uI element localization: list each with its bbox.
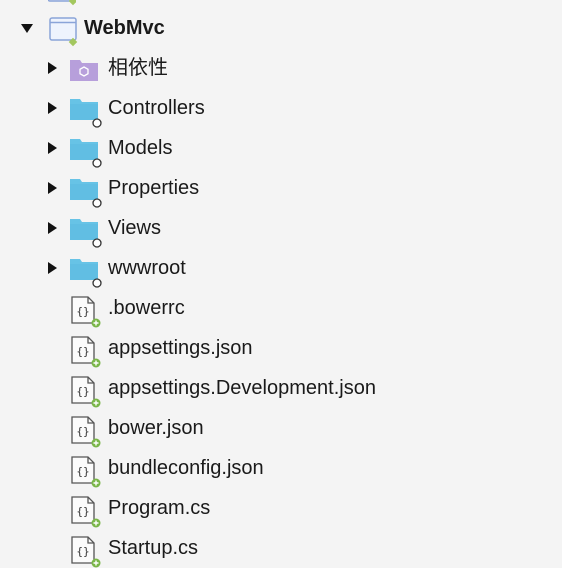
svg-text:{}: {}: [76, 345, 89, 358]
json-file-icon: {}: [68, 334, 102, 368]
svg-text:{}: {}: [76, 465, 89, 478]
tree-item[interactable]: 相依性: [0, 48, 562, 88]
project-icon: [46, 14, 80, 47]
folder-icon: [68, 174, 102, 208]
chevron-down-icon[interactable]: [20, 21, 34, 35]
svg-text:{}: {}: [76, 505, 89, 518]
tree-item-label: Startup.cs: [108, 537, 199, 559]
json-file-icon: {}: [68, 294, 102, 328]
tree-item[interactable]: {} bundleconfig.json: [0, 448, 562, 488]
tree-item-label: WebMvc: [84, 17, 165, 39]
json-file-icon: {}: [68, 454, 102, 488]
tree-item[interactable]: Properties: [0, 168, 562, 208]
tree-item[interactable]: WebMvc: [0, 8, 562, 48]
svg-text:{}: {}: [76, 305, 89, 318]
tree-item[interactable]: Views: [0, 208, 562, 248]
tree-item-label: Views: [108, 217, 161, 239]
json-file-icon: {}: [68, 494, 102, 528]
tree-item[interactable]: {} appsettings.Development.json: [0, 368, 562, 408]
chevron-right-icon[interactable]: [45, 221, 59, 235]
svg-text:{}: {}: [76, 545, 89, 558]
tree-item-label: bundleconfig.json: [108, 457, 264, 479]
tree-item-label: Controllers: [108, 97, 205, 119]
tree-item[interactable]: {} bower.json: [0, 408, 562, 448]
chevron-right-icon[interactable]: [45, 141, 59, 155]
tree-item-label: Models: [108, 137, 173, 159]
dependencies-folder-icon: [68, 54, 102, 84]
tree-item-label: .bowerrc: [108, 297, 185, 319]
tree-item[interactable]: Models: [0, 128, 562, 168]
tree-item[interactable]: {} .bowerrc: [0, 288, 562, 328]
tree-item[interactable]: {} appsettings.json: [0, 328, 562, 368]
chevron-right-icon[interactable]: [45, 101, 59, 115]
folder-icon: [68, 214, 102, 248]
cropped-item-icon: [47, 0, 78, 6]
folder-icon: [68, 134, 102, 168]
tree-item-label: wwwroot: [108, 257, 186, 279]
tree-item[interactable]: Controllers: [0, 88, 562, 128]
svg-text:{}: {}: [76, 385, 89, 398]
tree-item-label: bower.json: [108, 417, 204, 439]
tree-item-label: 相依性: [108, 57, 168, 79]
tree-item[interactable]: {} Program.cs: [0, 488, 562, 528]
chevron-right-icon[interactable]: [45, 261, 59, 275]
tree-item[interactable]: {} Startup.cs: [0, 528, 562, 568]
tree-item-label: appsettings.Development.json: [108, 377, 376, 399]
svg-text:{}: {}: [76, 425, 89, 438]
json-file-icon: {}: [68, 414, 102, 448]
solution-explorer-tree: WebMvc 相依性 Controllers Models Properties View…: [0, 0, 562, 568]
json-file-icon: {}: [68, 374, 102, 408]
folder-icon: [68, 254, 102, 288]
chevron-right-icon[interactable]: [45, 61, 59, 75]
tree-item-label: Properties: [108, 177, 200, 199]
tree-item-label: appsettings.json: [108, 337, 253, 359]
tree-item-label: Program.cs: [108, 497, 211, 519]
folder-icon: [68, 94, 102, 128]
chevron-right-icon[interactable]: [45, 181, 59, 195]
tree-item[interactable]: wwwroot: [0, 248, 562, 288]
